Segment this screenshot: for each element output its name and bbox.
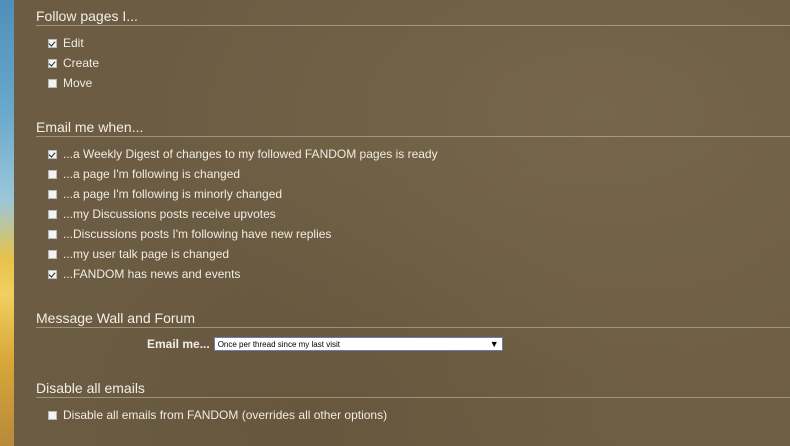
checkbox-label: Create [63,56,100,70]
checkbox-row-page-minorly-changed[interactable]: ...a page I'm following is minorly chang… [48,186,282,202]
checkbox-label: ...my user talk page is changed [63,247,230,261]
checkbox-row-follow-move[interactable]: Move [48,75,92,91]
checkbox-row-user-talk-changed[interactable]: ...my user talk page is changed [48,246,229,262]
checkbox[interactable] [48,189,57,199]
checkbox-row-page-changed[interactable]: ...a page I'm following is changed [48,166,240,182]
dropdown-arrow-icon: ▼ [489,339,499,349]
checkbox-row-follow-create[interactable]: Create [48,55,99,71]
checkbox[interactable] [48,229,57,239]
checkbox-label: ...a Weekly Digest of changes to my foll… [63,147,438,161]
checkbox-label: Disable all emails from FANDOM (override… [63,408,388,422]
checkbox-row-disable-all-emails[interactable]: Disable all emails from FANDOM (override… [48,407,387,423]
section-title-message-wall: Message Wall and Forum [36,310,195,326]
checkbox-row-discussions-upvotes[interactable]: ...my Discussions posts receive upvotes [48,206,276,222]
checkbox-row-follow-edit[interactable]: Edit [48,35,84,51]
checkbox[interactable] [48,209,57,219]
email-me-label: Email me... [147,337,210,351]
section-title-follow-pages: Follow pages I... [36,8,138,24]
checkbox-row-news-and-events[interactable]: ...FANDOM has news and events [48,266,240,282]
checkbox[interactable] [48,410,57,420]
checkbox-label: ...a page I'm following is minorly chang… [63,187,283,201]
checkbox[interactable] [48,249,57,259]
section-divider [36,136,790,137]
section-divider [36,397,790,398]
checkbox[interactable] [48,149,57,159]
section-title-disable-emails: Disable all emails [36,380,145,396]
checkbox[interactable] [48,169,57,179]
section-divider [36,25,790,26]
checkbox[interactable] [48,38,57,48]
checkbox[interactable] [48,58,57,68]
checkbox-label: ...my Discussions posts receive upvotes [63,207,276,221]
checkbox[interactable] [48,269,57,279]
background-artwork-strip [0,0,14,446]
select-value: Once per thread since my last visit [217,339,340,349]
checkbox-label: ...FANDOM has news and events [63,267,241,281]
email-frequency-select[interactable]: Once per thread since my last visit ▼ [213,337,503,351]
checkbox-row-discussions-replies[interactable]: ...Discussions posts I'm following have … [48,226,331,242]
section-title-email-me-when: Email me when... [36,119,144,135]
checkbox-label: Move [63,76,93,90]
checkbox-label: Edit [63,36,84,50]
checkbox-label: ...Discussions posts I'm following have … [63,227,332,241]
checkbox-row-weekly-digest[interactable]: ...a Weekly Digest of changes to my foll… [48,146,438,162]
message-wall-email-row: Email me... Once per thread since my las… [147,337,503,351]
checkbox-label: ...a page I'm following is changed [63,167,241,181]
checkbox[interactable] [48,78,57,88]
preferences-panel: Follow pages I... Edit Create Move Email… [14,0,790,446]
section-divider [36,327,790,328]
